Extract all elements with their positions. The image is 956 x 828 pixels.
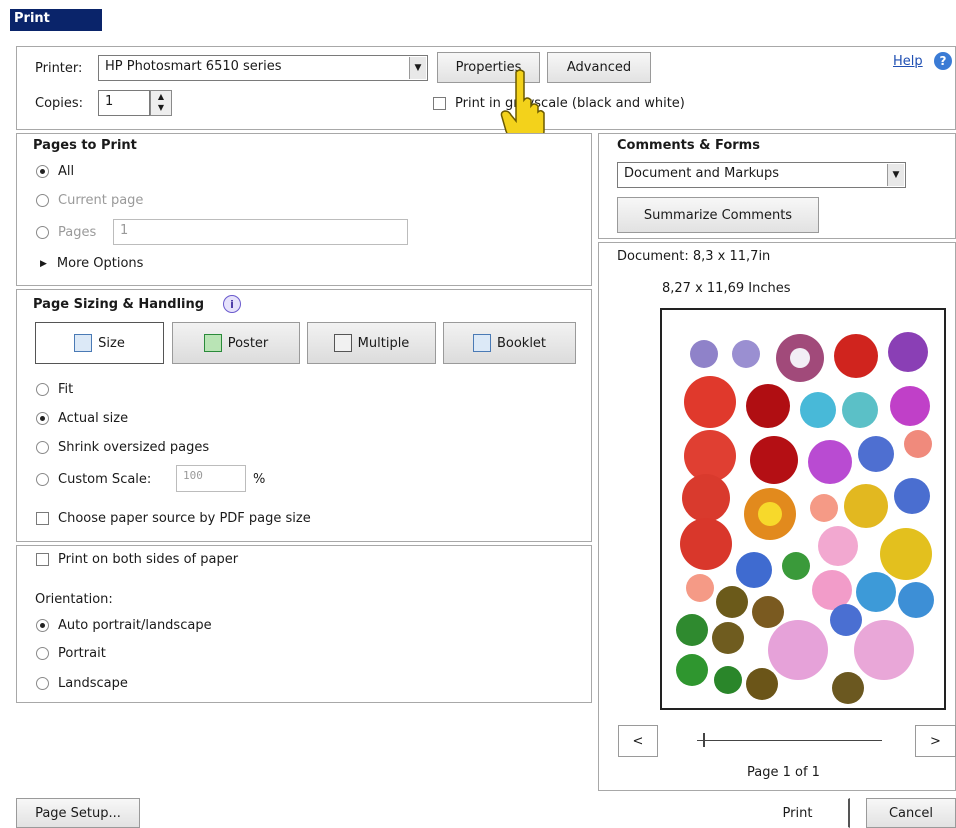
orientation-title: Orientation:: [35, 592, 113, 607]
booklet-icon: [472, 334, 491, 352]
tab-multiple-label: Multiple: [357, 335, 410, 351]
paper-source-label: Choose paper source by PDF page size: [58, 511, 311, 526]
radio-auto-orientation[interactable]: Auto portrait/landscape: [36, 618, 212, 633]
radio-custom-scale[interactable]: Custom Scale:: [36, 472, 151, 487]
document-size-label: Document: 8,3 x 11,7in: [617, 249, 771, 264]
tab-size[interactable]: Size: [35, 322, 164, 364]
grayscale-checkbox[interactable]: [433, 97, 446, 110]
info-icon[interactable]: i: [223, 295, 241, 313]
tab-size-label: Size: [98, 335, 125, 351]
radio-all-label: All: [58, 164, 75, 179]
radio-pages-button[interactable]: [36, 226, 49, 239]
summarize-comments-button[interactable]: Summarize Comments: [617, 197, 819, 233]
chevron-down-icon[interactable]: ▼: [409, 57, 426, 79]
more-options[interactable]: ▶ More Options: [40, 256, 143, 271]
radio-custom-scale-button[interactable]: [36, 473, 49, 486]
page-setup-button[interactable]: Page Setup...: [16, 798, 140, 828]
comments-forms-title: Comments & Forms: [617, 138, 760, 153]
comments-value: Document and Markups: [624, 166, 779, 181]
tab-booklet-label: Booklet: [496, 335, 547, 351]
radio-landscape-label: Landscape: [58, 676, 128, 691]
radio-all[interactable]: All: [36, 164, 74, 179]
radio-shrink-button[interactable]: [36, 441, 49, 454]
pages-range-input[interactable]: 1: [113, 219, 408, 245]
triangle-right-icon[interactable]: ▶: [40, 259, 47, 269]
copies-value: 1: [105, 94, 114, 109]
radio-fit-label: Fit: [58, 382, 74, 397]
printer-value: HP Photosmart 6510 series: [105, 59, 282, 74]
radio-fit[interactable]: Fit: [36, 382, 73, 397]
radio-pages-label: Pages: [58, 225, 97, 240]
grayscale-label: Print in grayscale (black and white): [455, 96, 685, 111]
radio-landscape-button[interactable]: [36, 677, 49, 690]
copies-input[interactable]: 1: [98, 90, 150, 116]
copies-stepper[interactable]: ▲ ▼: [150, 90, 172, 116]
tab-booklet[interactable]: Booklet: [443, 322, 576, 364]
custom-scale-input[interactable]: 100: [176, 465, 246, 492]
radio-actual-size-label: Actual size: [58, 411, 129, 426]
cancel-button[interactable]: Cancel: [866, 798, 956, 828]
printer-label: Printer:: [35, 61, 83, 76]
radio-landscape[interactable]: Landscape: [36, 676, 128, 691]
advanced-button[interactable]: Advanced: [547, 52, 651, 83]
percent-sign: %: [253, 472, 266, 487]
radio-actual-size[interactable]: Actual size: [36, 411, 128, 426]
radio-portrait-label: Portrait: [58, 646, 106, 661]
tab-multiple[interactable]: Multiple: [307, 322, 436, 364]
grayscale-option[interactable]: Print in grayscale (black and white): [433, 96, 685, 111]
page-sizing-title: Page Sizing & Handling: [33, 297, 205, 312]
radio-actual-size-button[interactable]: [36, 412, 49, 425]
both-sides-label: Print on both sides of paper: [58, 552, 239, 567]
both-sides-option[interactable]: Print on both sides of paper: [36, 552, 238, 567]
chevron-down-icon[interactable]: ▼: [887, 164, 904, 186]
radio-custom-scale-label: Custom Scale:: [58, 472, 152, 487]
pages-to-print-title: Pages to Print: [33, 138, 137, 153]
size-icon: [74, 334, 93, 352]
radio-current-page-label: Current page: [58, 193, 144, 208]
radio-current-page[interactable]: Current page: [36, 193, 143, 208]
comments-select[interactable]: Document and Markups ▼: [617, 162, 906, 188]
page-preview: [660, 308, 946, 710]
window-title: Print: [10, 9, 102, 31]
previous-page-button[interactable]: <: [618, 725, 658, 757]
next-page-button[interactable]: >: [915, 725, 956, 757]
flowers-image: [676, 332, 934, 704]
paper-source-checkbox[interactable]: [36, 512, 49, 525]
custom-scale-value: 100: [183, 469, 203, 482]
pages-range-value: 1: [120, 223, 129, 238]
slider-track: [697, 740, 882, 741]
radio-auto-orientation-label: Auto portrait/landscape: [58, 618, 212, 633]
radio-portrait[interactable]: Portrait: [36, 646, 106, 661]
radio-all-button[interactable]: [36, 165, 49, 178]
radio-portrait-button[interactable]: [36, 647, 49, 660]
multiple-pages-icon: [333, 334, 352, 352]
radio-pages[interactable]: Pages: [36, 225, 96, 240]
help-link[interactable]: Help: [893, 54, 923, 69]
more-options-label: More Options: [56, 256, 144, 271]
copies-label: Copies:: [35, 96, 84, 111]
paper-size-label: 8,27 x 11,69 Inches: [662, 281, 791, 296]
radio-fit-button[interactable]: [36, 383, 49, 396]
printer-select[interactable]: HP Photosmart 6510 series ▼: [98, 55, 428, 81]
page-counter: Page 1 of 1: [747, 765, 820, 780]
radio-shrink[interactable]: Shrink oversized pages: [36, 440, 209, 455]
print-button[interactable]: Print: [746, 798, 850, 828]
poster-icon: [203, 334, 222, 352]
paper-source-option[interactable]: Choose paper source by PDF page size: [36, 511, 311, 526]
radio-shrink-label: Shrink oversized pages: [58, 440, 210, 455]
tab-poster[interactable]: Poster: [172, 322, 300, 364]
slider-thumb[interactable]: [703, 733, 705, 747]
page-slider[interactable]: [697, 733, 882, 749]
radio-auto-orientation-button[interactable]: [36, 619, 49, 632]
help-icon[interactable]: ?: [934, 52, 952, 70]
tab-poster-label: Poster: [227, 335, 269, 351]
radio-current-page-button[interactable]: [36, 194, 49, 207]
both-sides-checkbox[interactable]: [36, 553, 49, 566]
